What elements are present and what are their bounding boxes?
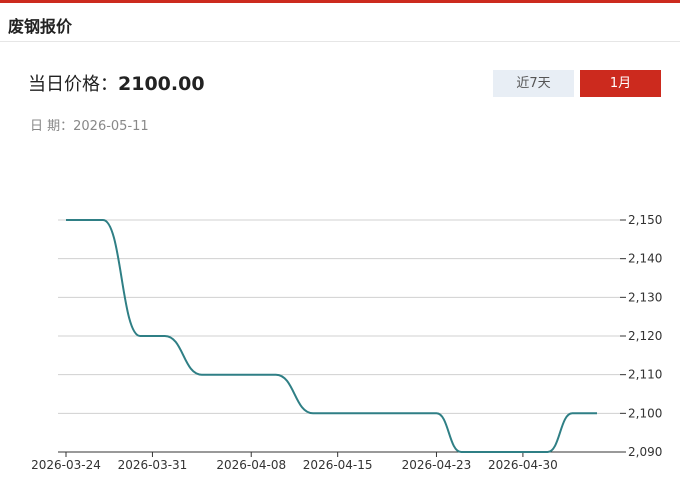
tab-7-days[interactable]: 近7天: [493, 70, 574, 97]
panel-header: 废钢报价: [0, 3, 680, 42]
x-tick-label: 2026-04-23: [402, 458, 472, 472]
x-tick-label: 2026-03-31: [118, 458, 188, 472]
price-line-chart: 2,090 2,100 2,110 2,120 2,130 2,140 2,150 2026…: [31, 213, 662, 472]
price-value: 2100.00: [118, 73, 205, 95]
y-tick-label: 2,110: [628, 368, 662, 382]
y-tick-label: 2,140: [628, 252, 662, 266]
tab-1-month[interactable]: 1月: [580, 70, 661, 97]
price-row: 当日价格：2100.00: [28, 70, 205, 96]
x-axis-ticks: 2026-03-24 2026-03-31 2026-04-08 2026-04-15…: [31, 452, 558, 472]
price-label: 当日价格：: [28, 74, 118, 95]
y-axis-ticks: 2,090 2,100 2,110 2,120 2,130 2,140 2,150: [620, 213, 662, 459]
date-label: 日 期：: [30, 119, 74, 134]
y-tick-label: 2,100: [628, 406, 662, 420]
x-tick-label: 2026-03-24: [31, 458, 101, 472]
y-tick-label: 2,090: [628, 445, 662, 459]
y-tick-label: 2,150: [628, 213, 662, 227]
y-tick-label: 2,130: [628, 290, 662, 304]
y-tick-label: 2,120: [628, 329, 662, 343]
x-tick-label: 2026-04-30: [488, 458, 558, 472]
date-value: 2026-05-11: [73, 119, 149, 134]
panel-title: 废钢报价: [8, 17, 73, 36]
x-tick-label: 2026-04-08: [216, 458, 286, 472]
x-tick-label: 2026-04-15: [303, 458, 373, 472]
date-row: 日 期：2026-05-11: [30, 115, 149, 134]
